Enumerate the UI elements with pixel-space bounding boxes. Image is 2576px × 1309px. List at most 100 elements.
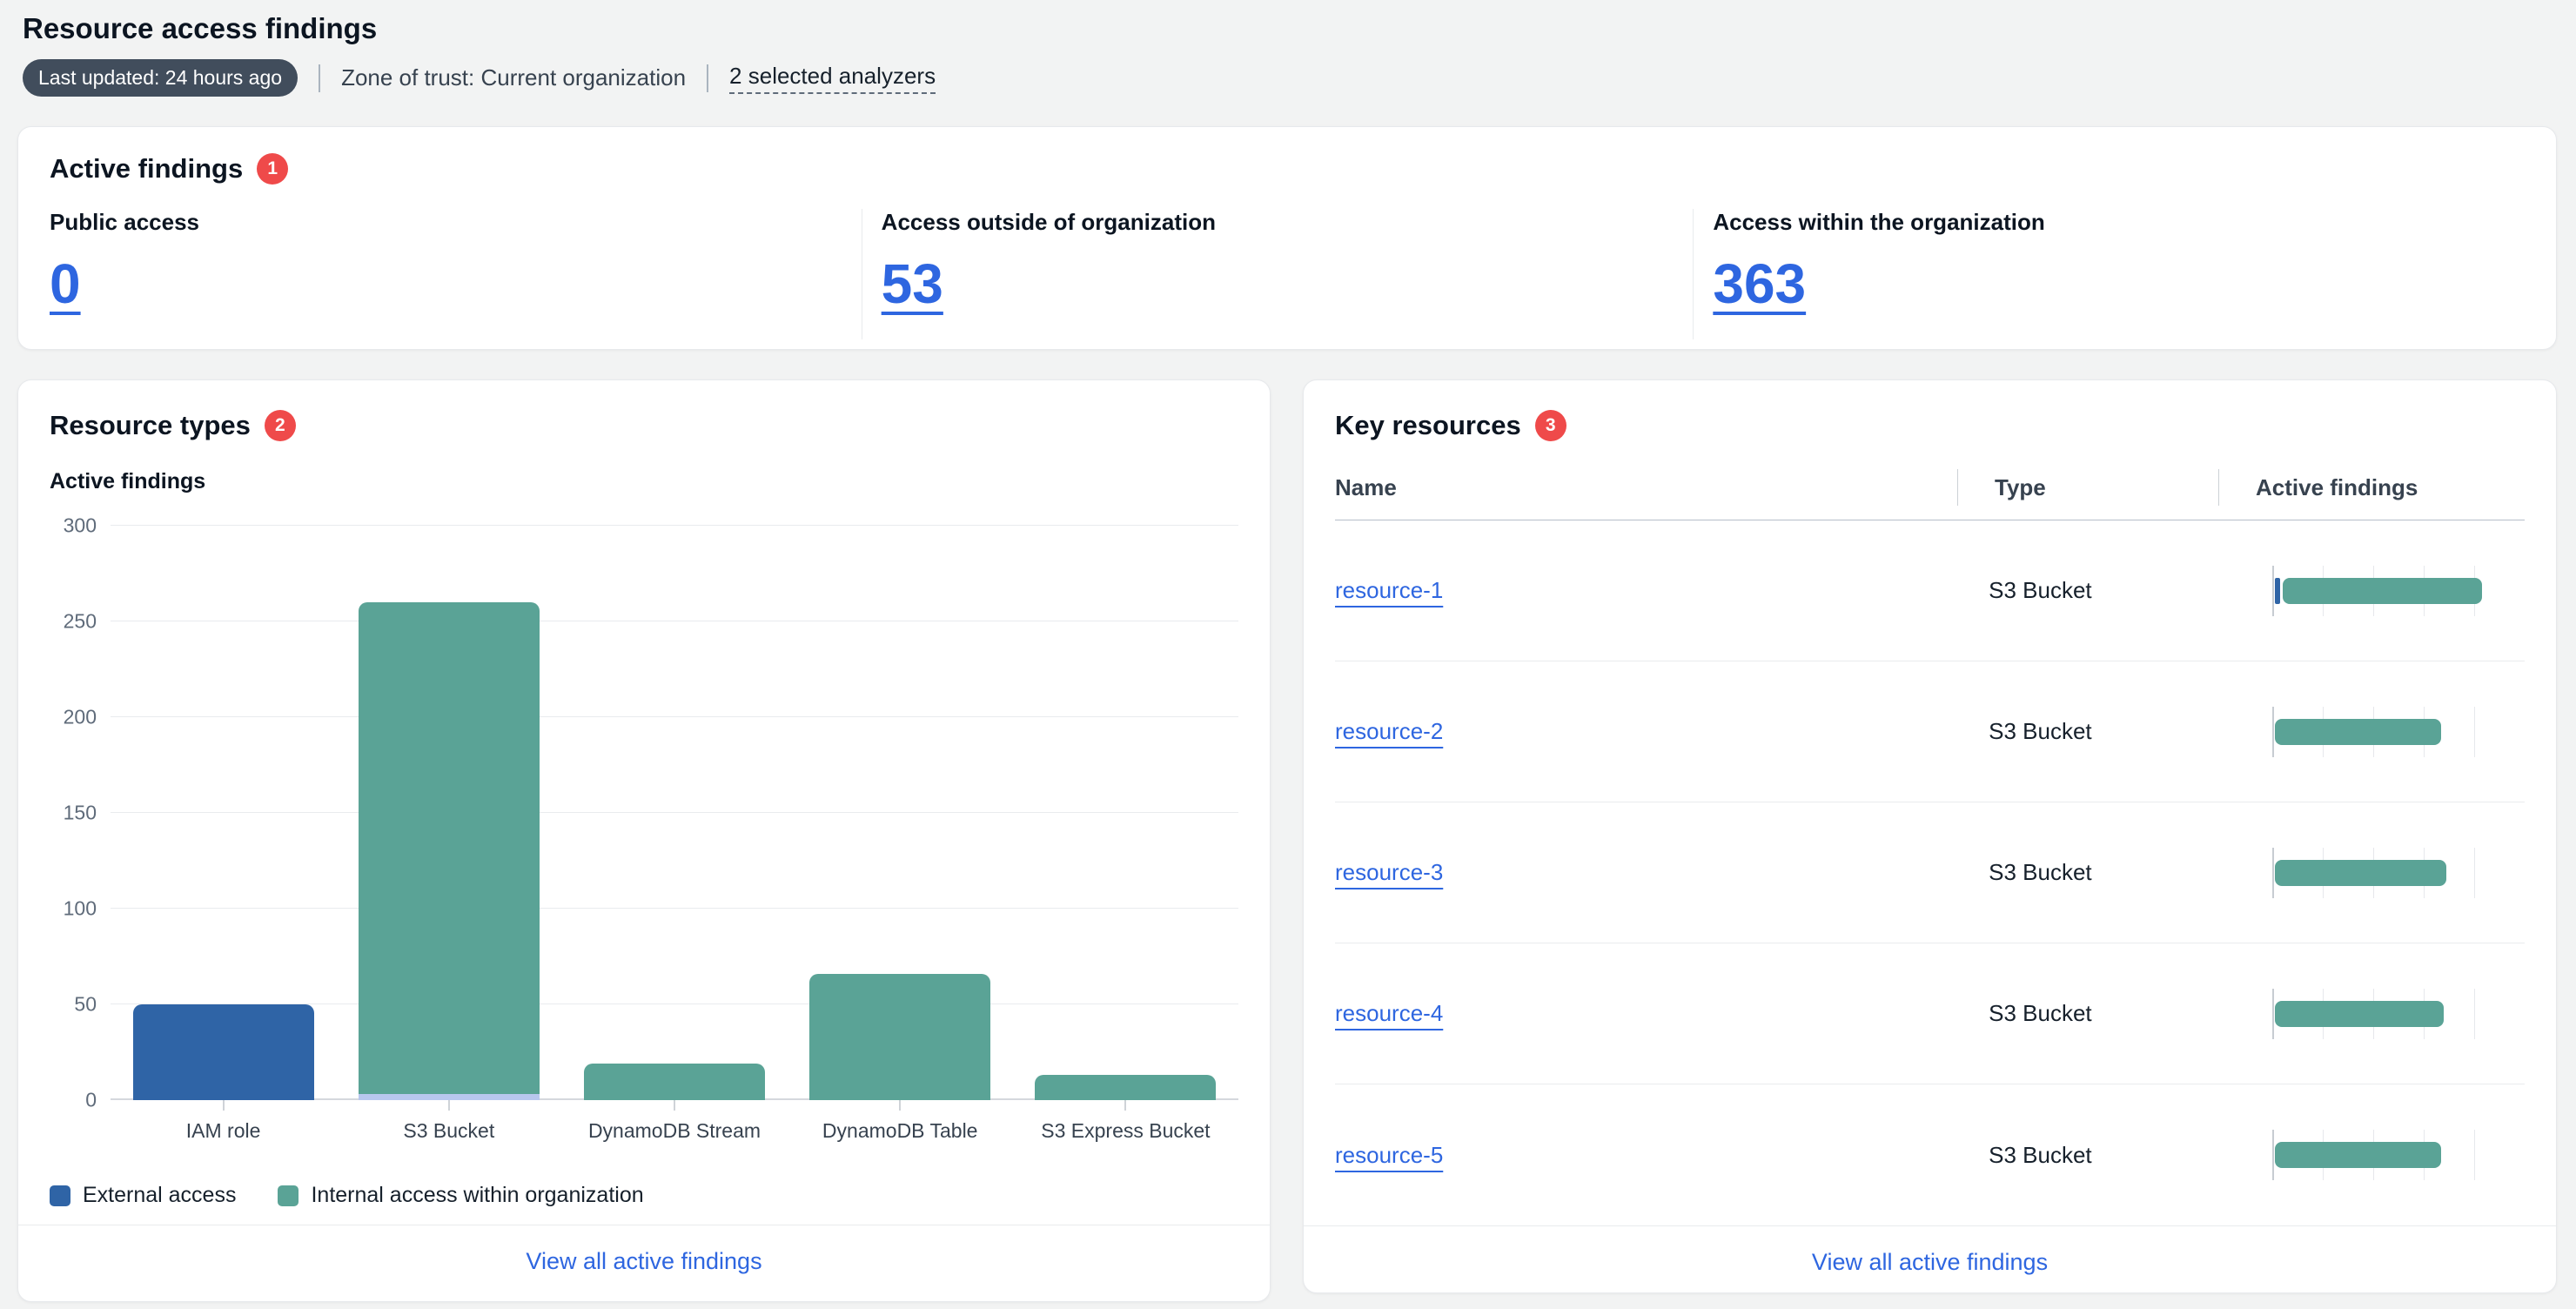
bar-segment-internal[interactable] xyxy=(809,974,990,1100)
zone-of-trust-label: Zone of trust: Current organization xyxy=(341,64,686,91)
metric-value-link[interactable]: 363 xyxy=(1713,252,1806,316)
x-axis-label: S3 Bucket xyxy=(403,1119,494,1143)
metric-label: Access outside of organization xyxy=(882,209,1694,236)
resource-link[interactable]: resource-1 xyxy=(1335,577,1443,603)
legend-swatch xyxy=(278,1185,299,1206)
mini-bar-external xyxy=(2275,578,2280,604)
table-row: resource-3 S3 Bucket xyxy=(1335,802,2525,943)
key-resources-title-text: Key resources xyxy=(1335,410,1521,441)
x-axis-tick xyxy=(899,1100,901,1111)
divider xyxy=(707,64,708,92)
chart-plot xyxy=(111,526,1238,1100)
column-header-active-findings: Active findings xyxy=(2218,469,2525,506)
x-axis-tick xyxy=(223,1100,225,1111)
y-axis-label: 150 xyxy=(64,802,97,825)
mini-bars xyxy=(2272,989,2525,1039)
chart-bar-s3-express-bucket xyxy=(1013,526,1238,1100)
table-header: Name Type Active findings xyxy=(1335,469,2525,520)
page-title: Resource access findings xyxy=(23,12,2557,45)
column-header-name: Name xyxy=(1335,469,1957,506)
mini-bar-internal xyxy=(2275,860,2446,886)
resource-link[interactable]: resource-5 xyxy=(1335,1142,1443,1168)
legend-item[interactable]: Internal access within organization xyxy=(278,1183,643,1208)
active-findings-cell xyxy=(2211,989,2525,1039)
metric-value-link[interactable]: 0 xyxy=(50,252,81,316)
bar-segment-external[interactable] xyxy=(359,1094,540,1100)
legend-swatch xyxy=(50,1185,70,1206)
last-updated-badge: Last updated: 24 hours ago xyxy=(23,59,298,97)
step-badge-3: 3 xyxy=(1535,410,1566,441)
mini-bar-chart xyxy=(2272,1130,2525,1180)
view-all-active-findings-link[interactable]: View all active findings xyxy=(526,1248,761,1274)
resource-name-cell: resource-5 xyxy=(1335,1142,1952,1169)
mini-bar-internal xyxy=(2283,578,2482,604)
resource-type-cell: S3 Bucket xyxy=(1952,718,2211,745)
active-findings-cell xyxy=(2211,848,2525,898)
key-resources-rows: resource-1S3 Bucketresource-2S3 Bucketre… xyxy=(1335,520,2525,1225)
metric-label: Access within the organization xyxy=(1713,209,2525,236)
metric-value-link[interactable]: 53 xyxy=(882,252,943,316)
table-row: resource-1 S3 Bucket xyxy=(1335,520,2525,661)
chart-legend: External access Internal access within or… xyxy=(50,1183,1238,1208)
x-axis-slot: S3 Bucket xyxy=(336,1100,561,1143)
y-axis-label: 0 xyxy=(85,1089,97,1112)
active-findings-card: Active findings 1 Public access 0 Access… xyxy=(17,126,2557,350)
step-badge-2: 2 xyxy=(265,410,296,441)
table-row: resource-2 S3 Bucket xyxy=(1335,661,2525,802)
resource-link[interactable]: resource-3 xyxy=(1335,859,1443,885)
active-findings-title-text: Active findings xyxy=(50,153,243,185)
resource-name-cell: resource-3 xyxy=(1335,859,1952,886)
x-axis-slot: IAM role xyxy=(111,1100,336,1143)
active-findings-cell xyxy=(2211,707,2525,757)
mini-bars xyxy=(2272,566,2525,616)
active-findings-cell xyxy=(2211,1130,2525,1180)
table-row: resource-5S3 Bucket xyxy=(1335,1084,2525,1225)
y-axis-label: 200 xyxy=(64,706,97,729)
legend-item[interactable]: External access xyxy=(50,1183,236,1208)
x-axis-slot: DynamoDB Stream xyxy=(561,1100,787,1143)
metric-access-outside-org: Access outside of organization 53 xyxy=(862,209,1694,339)
key-resources-card: Key resources 3 Name Type Active finding… xyxy=(1303,379,2557,1293)
chart-bar-iam-role xyxy=(111,526,336,1100)
x-axis-tick xyxy=(448,1100,450,1111)
x-axis-label: DynamoDB Table xyxy=(822,1119,978,1143)
x-axis-tick xyxy=(1124,1100,1126,1111)
legend-label: External access xyxy=(83,1183,236,1208)
view-all-active-findings-link[interactable]: View all active findings xyxy=(1812,1249,2048,1275)
key-resources-footer: View all active findings xyxy=(1304,1225,2556,1302)
resource-type-cell: S3 Bucket xyxy=(1952,577,2211,604)
x-axis-label: IAM role xyxy=(186,1119,261,1143)
metric-public-access: Public access 0 xyxy=(50,209,862,339)
bar-segment-internal[interactable] xyxy=(1035,1075,1216,1100)
chart-bars xyxy=(111,526,1238,1100)
mini-bar-chart xyxy=(2272,707,2525,757)
mini-bars xyxy=(2272,848,2525,898)
bar-segment-internal[interactable] xyxy=(359,602,540,1094)
metric-label: Public access xyxy=(50,209,862,236)
resource-link[interactable]: resource-4 xyxy=(1335,1000,1443,1026)
chart-bar-dynamodb-stream xyxy=(561,526,787,1100)
metrics-row: Public access 0 Access outside of organi… xyxy=(50,209,2525,339)
y-axis-label: 300 xyxy=(64,514,97,538)
active-findings-title: Active findings 1 xyxy=(50,153,2525,185)
table-row: resource-4S3 Bucket xyxy=(1335,943,2525,1084)
selected-analyzers-link[interactable]: 2 selected analyzers xyxy=(729,63,936,94)
mini-bar-chart xyxy=(2272,566,2525,616)
resource-name-cell: resource-2 xyxy=(1335,718,1952,745)
chart-bar-s3-bucket xyxy=(336,526,561,1100)
mini-bar-internal xyxy=(2275,1142,2441,1168)
step-badge-1: 1 xyxy=(257,153,288,185)
y-axis-label: 100 xyxy=(64,897,97,921)
resource-types-chart: 050100150200250300 IAM roleS3 BucketDyna… xyxy=(50,526,1238,1208)
column-header-type: Type xyxy=(1957,469,2218,506)
bar-segment-external[interactable] xyxy=(133,1004,314,1100)
x-axis-label: DynamoDB Stream xyxy=(588,1119,761,1143)
resource-type-cell: S3 Bucket xyxy=(1952,859,2211,886)
mini-bar-internal xyxy=(2275,719,2441,745)
resource-types-title: Resource types 2 xyxy=(50,410,1238,441)
chart-area: 050100150200250300 xyxy=(50,526,1238,1100)
resource-types-footer: View all active findings xyxy=(18,1225,1270,1301)
mini-bar-internal xyxy=(2275,1001,2444,1027)
resource-link[interactable]: resource-2 xyxy=(1335,718,1443,744)
bar-segment-internal[interactable] xyxy=(584,1064,765,1100)
